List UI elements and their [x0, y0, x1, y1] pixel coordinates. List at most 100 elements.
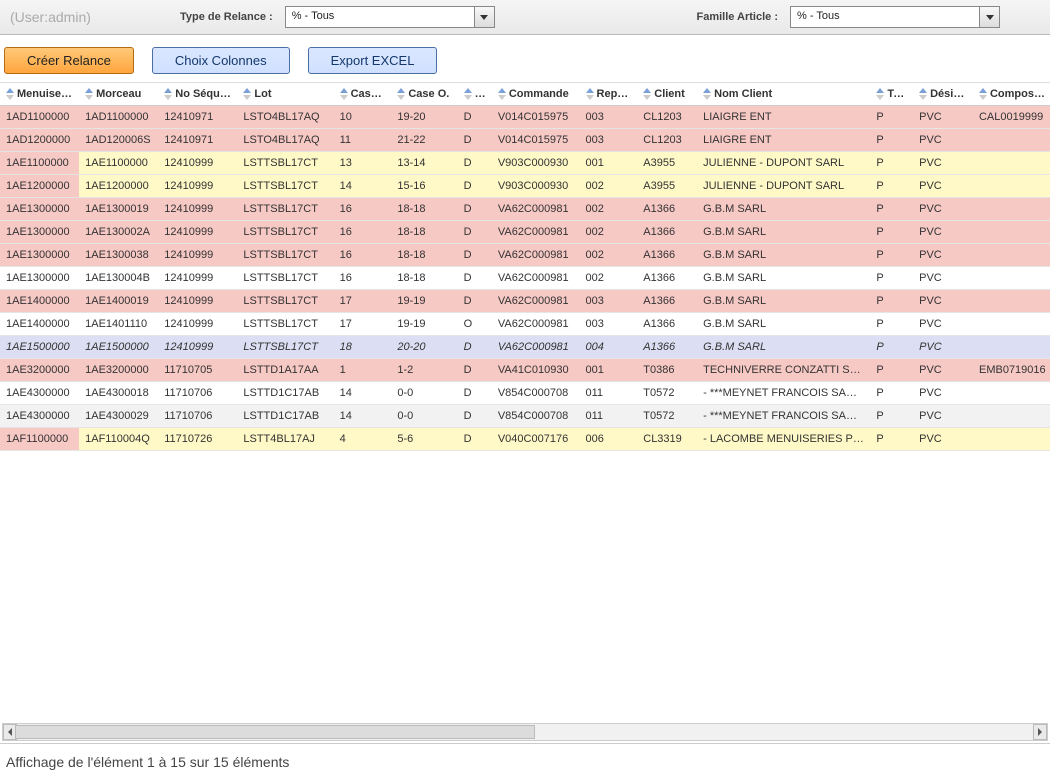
- table-cell: 1AE3200000: [0, 359, 79, 382]
- table-cell: 10: [334, 106, 392, 129]
- table-row[interactable]: 1AF11000001AF110004Q11710726LSTT4BL17AJ4…: [0, 428, 1050, 451]
- sort-icon[interactable]: [464, 88, 472, 100]
- table-cell: 17: [334, 290, 392, 313]
- sort-icon[interactable]: [979, 88, 987, 100]
- table-row[interactable]: 1AE11000001AE110000012410999LSTTSBL17CT1…: [0, 152, 1050, 175]
- sort-icon[interactable]: [164, 88, 172, 100]
- chevron-down-icon[interactable]: [979, 7, 999, 27]
- table-row[interactable]: 1AE12000001AE120000012410999LSTTSBL17CT1…: [0, 175, 1050, 198]
- table-row[interactable]: 1AE14000001AE140111012410999LSTTSBL17CT1…: [0, 313, 1050, 336]
- table-cell: 18-18: [391, 267, 457, 290]
- select-relance-value: % - Tous: [286, 7, 494, 25]
- table-cell: D: [458, 290, 492, 313]
- col-header[interactable]: Composant: [973, 83, 1050, 106]
- sort-icon[interactable]: [6, 88, 14, 100]
- sort-icon[interactable]: [876, 88, 884, 100]
- col-header[interactable]: Repere: [580, 83, 638, 106]
- table-row[interactable]: 1AE13000001AE130001912410999LSTTSBL17CT1…: [0, 198, 1050, 221]
- col-header[interactable]: Case O.: [391, 83, 457, 106]
- sort-icon[interactable]: [85, 88, 93, 100]
- sort-icon[interactable]: [703, 88, 711, 100]
- sort-icon[interactable]: [643, 88, 651, 100]
- table-cell: P: [870, 221, 913, 244]
- filter-relance-label: Type de Relance :: [180, 11, 273, 23]
- table-cell: PVC: [913, 313, 973, 336]
- table-cell: T0386: [637, 359, 697, 382]
- table-cell: VA41C010930: [492, 359, 580, 382]
- export-excel-button[interactable]: Export EXCEL: [308, 47, 438, 74]
- table-cell: 011: [580, 382, 638, 405]
- table-row[interactable]: 1AE14000001AE140001912410999LSTTSBL17CT1…: [0, 290, 1050, 313]
- table-cell: D: [458, 405, 492, 428]
- sort-icon[interactable]: [919, 88, 927, 100]
- table-row[interactable]: 1AD11000001AD110000012410971LSTO4BL17AQ1…: [0, 106, 1050, 129]
- table-cell: [973, 175, 1050, 198]
- table-cell: 12410999: [158, 313, 237, 336]
- table-cell: P: [870, 106, 913, 129]
- table-cell: 13: [334, 152, 392, 175]
- table-row[interactable]: 1AE32000001AE320000011710705LSTTD1A17AA1…: [0, 359, 1050, 382]
- table-row[interactable]: 1AE43000001AE430001811710706LSTTD1C17AB1…: [0, 382, 1050, 405]
- table-cell: 1AE1200000: [79, 175, 158, 198]
- scroll-right-button[interactable]: [1033, 724, 1047, 740]
- table-cell: P: [870, 405, 913, 428]
- table-cell: 12410999: [158, 244, 237, 267]
- table-cell: 1AE1500000: [79, 336, 158, 359]
- sort-icon[interactable]: [397, 88, 405, 100]
- table-cell: LSTO4BL17AQ: [237, 129, 333, 152]
- create-relance-button[interactable]: Créer Relance: [4, 47, 134, 74]
- table-cell: P: [870, 267, 913, 290]
- table-cell: CL1203: [637, 106, 697, 129]
- chevron-down-icon[interactable]: [474, 7, 494, 27]
- sort-icon[interactable]: [498, 88, 506, 100]
- table-cell: 12410999: [158, 221, 237, 244]
- col-header[interactable]: Dési.Type: [913, 83, 973, 106]
- table-row[interactable]: 1AE43000001AE430002911710706LSTTD1C17AB1…: [0, 405, 1050, 428]
- scroll-thumb[interactable]: [15, 725, 535, 739]
- col-header[interactable]: Lot: [237, 83, 333, 106]
- table-row[interactable]: 1AE15000001AE150000012410999LSTTSBL17CT1…: [0, 336, 1050, 359]
- select-relance[interactable]: % - Tous: [285, 6, 495, 28]
- col-header[interactable]: O/D: [458, 83, 492, 106]
- col-header[interactable]: Client: [637, 83, 697, 106]
- table-cell: 001: [580, 359, 638, 382]
- table-cell: 004: [580, 336, 638, 359]
- col-header[interactable]: Commande: [492, 83, 580, 106]
- select-famille[interactable]: % - Tous: [790, 6, 1000, 28]
- table-cell: LSTTD1A17AA: [237, 359, 333, 382]
- table-cell: 1AE1100000: [0, 152, 79, 175]
- table-cell: 16: [334, 267, 392, 290]
- table-cell: D: [458, 175, 492, 198]
- col-header[interactable]: Nom Client: [697, 83, 870, 106]
- table-cell: VA62C000981: [492, 244, 580, 267]
- choose-columns-button[interactable]: Choix Colonnes: [152, 47, 290, 74]
- sort-icon[interactable]: [340, 88, 348, 100]
- table-cell: A1366: [637, 290, 697, 313]
- table-cell: 1AD1100000: [0, 106, 79, 129]
- col-header[interactable]: Morceau: [79, 83, 158, 106]
- filter-famille-label: Famille Article :: [696, 11, 778, 23]
- table-cell: PVC: [913, 221, 973, 244]
- table-cell: TECHNIVERRE CONZATTI SARL: [697, 359, 870, 382]
- table-cell: PVC: [913, 290, 973, 313]
- table-cell: 1AD1200000: [0, 129, 79, 152]
- table-cell: P: [870, 428, 913, 451]
- table-cell: P: [870, 198, 913, 221]
- col-header[interactable]: No Séquence: [158, 83, 237, 106]
- table-row[interactable]: 1AD12000001AD120006S12410971LSTO4BL17AQ1…: [0, 129, 1050, 152]
- table-cell: [973, 336, 1050, 359]
- table-row[interactable]: 1AE13000001AE130002A12410999LSTTSBL17CT1…: [0, 221, 1050, 244]
- table-cell: G.B.M SARL: [697, 221, 870, 244]
- table-cell: G.B.M SARL: [697, 313, 870, 336]
- sort-icon[interactable]: [586, 88, 594, 100]
- col-header[interactable]: Menuiserie: [0, 83, 79, 106]
- table-row[interactable]: 1AE13000001AE130003812410999LSTTSBL17CT1…: [0, 244, 1050, 267]
- col-header[interactable]: Case D.: [334, 83, 392, 106]
- table-cell: [973, 290, 1050, 313]
- table-cell: PVC: [913, 428, 973, 451]
- horizontal-scrollbar[interactable]: [2, 723, 1048, 741]
- table-row[interactable]: 1AE13000001AE130004B12410999LSTTSBL17CT1…: [0, 267, 1050, 290]
- table-cell: 1AE4300000: [0, 405, 79, 428]
- sort-icon[interactable]: [243, 88, 251, 100]
- col-header[interactable]: Type: [870, 83, 913, 106]
